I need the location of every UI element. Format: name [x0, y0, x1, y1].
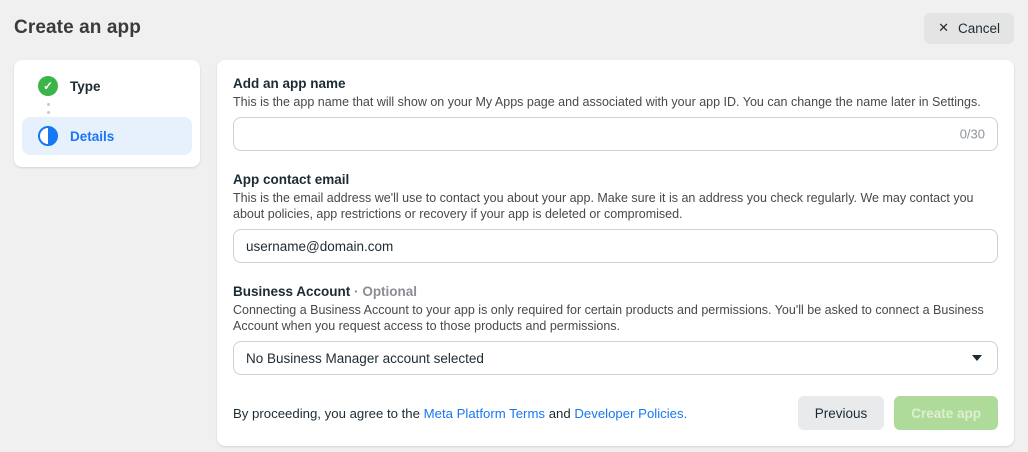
step-current-half-circle-icon — [38, 126, 58, 146]
create-app-button[interactable]: Create app — [894, 396, 998, 430]
app-name-input[interactable] — [233, 117, 998, 151]
step-details-label: Details — [70, 129, 114, 144]
terms-prefix: By proceeding, you agree to the — [233, 406, 424, 421]
developer-policies-link[interactable]: Developer Policies. — [574, 406, 687, 421]
content-area: ✓ Type Details Add an app name This is t… — [0, 56, 1028, 446]
optional-separator: · — [354, 284, 359, 299]
step-complete-check-icon: ✓ — [38, 76, 58, 96]
contact-email-input-wrap — [233, 229, 998, 263]
chevron-down-icon — [972, 355, 982, 361]
business-account-description: Connecting a Business Account to your ap… — [233, 302, 998, 334]
close-icon: ✕ — [938, 20, 949, 36]
business-account-selected-value: No Business Manager account selected — [246, 351, 484, 366]
business-account-label-text: Business Account — [233, 284, 350, 299]
page-title: Create an app — [14, 17, 141, 39]
app-name-group: Add an app name This is the app name tha… — [233, 76, 998, 151]
details-form-card: Add an app name This is the app name tha… — [217, 60, 1014, 446]
business-account-select[interactable]: No Business Manager account selected — [233, 341, 998, 375]
optional-badge: Optional — [362, 284, 417, 299]
contact-email-label: App contact email — [233, 172, 998, 187]
steps-sidebar: ✓ Type Details — [14, 60, 200, 167]
terms-text: By proceeding, you agree to the Meta Pla… — [233, 406, 798, 421]
sidebar-item-type[interactable]: ✓ Type — [22, 72, 192, 100]
business-account-group: Business Account · Optional Connecting a… — [233, 284, 998, 375]
char-counter: 0/30 — [960, 127, 985, 142]
step-connector-dots — [38, 103, 58, 114]
cancel-label: Cancel — [958, 21, 1000, 36]
contact-email-description: This is the email address we'll use to c… — [233, 190, 998, 222]
cancel-button[interactable]: ✕ Cancel — [924, 13, 1014, 44]
app-name-description: This is the app name that will show on y… — [233, 94, 998, 110]
app-name-input-wrap: 0/30 — [233, 117, 998, 151]
sidebar-item-details[interactable]: Details — [22, 117, 192, 155]
previous-button[interactable]: Previous — [798, 396, 885, 430]
contact-email-group: App contact email This is the email addr… — [233, 172, 998, 263]
business-account-label: Business Account · Optional — [233, 284, 998, 299]
email-field[interactable] — [233, 229, 998, 263]
form-footer: By proceeding, you agree to the Meta Pla… — [233, 396, 998, 430]
meta-platform-terms-link[interactable]: Meta Platform Terms — [424, 406, 545, 421]
page-header: Create an app ✕ Cancel — [0, 0, 1028, 56]
terms-middle: and — [545, 406, 574, 421]
step-type-label: Type — [70, 79, 101, 94]
app-name-label: Add an app name — [233, 76, 998, 91]
